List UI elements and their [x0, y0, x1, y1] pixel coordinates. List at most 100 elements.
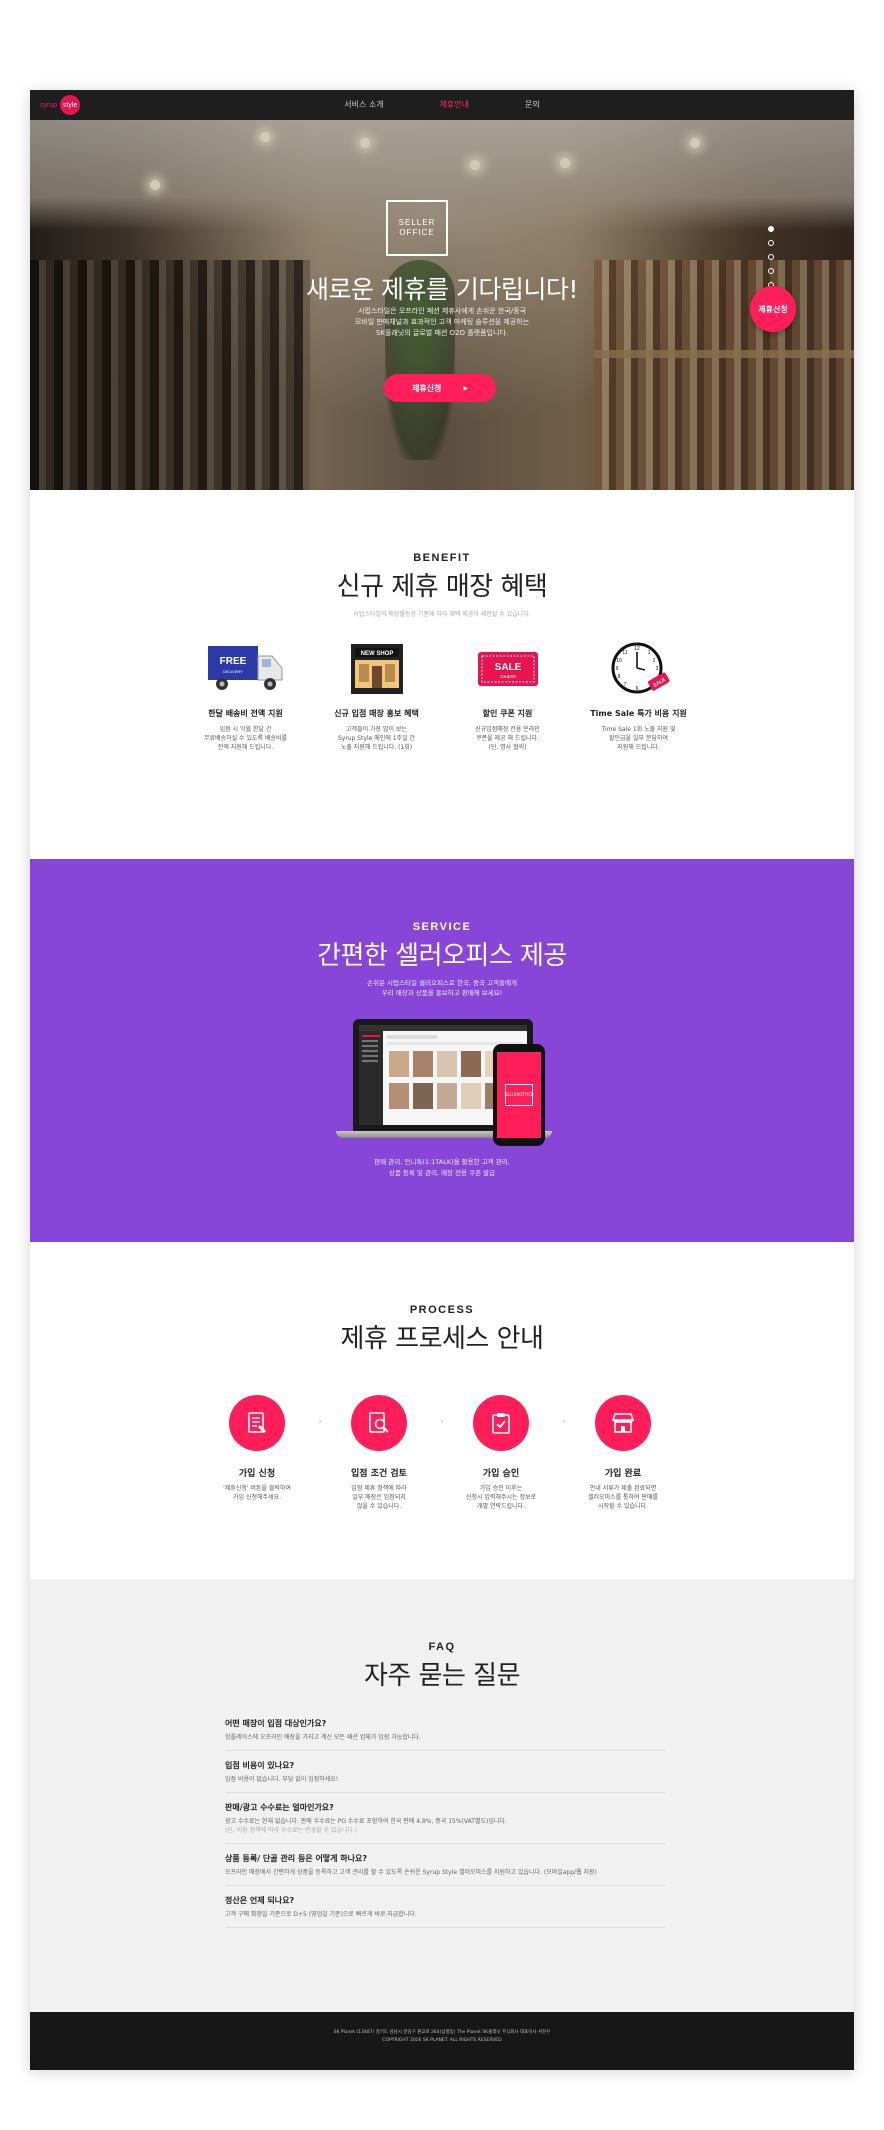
faq-item[interactable]: 판매/광고 수수료는 얼마인가요? 광고 수수료는 현재 없습니다. 판매 수수…	[225, 1793, 665, 1844]
faq-question: 입점 비용이 있나요?	[225, 1761, 295, 1770]
faq-item[interactable]: 입점 비용이 있나요? 입점 비용이 없습니다. 부담 없이 입점하세요!	[225, 1751, 665, 1793]
benefit-desc-line: 전액 지원해 드립니다.	[217, 744, 274, 751]
benefit-desc-line: 할인금을 일부 분담하여	[608, 735, 668, 742]
footer-company-info: SK Planet (13487) 경기도 성남시 분당구 판교로 264(삼평…	[333, 2030, 551, 2035]
slide-dot[interactable]	[768, 268, 774, 274]
process-desc-line: 않을 수 있습니다.	[356, 1503, 402, 1510]
faq-item[interactable]: 정산은 언제 되나요? 고객 구매 확정일 기준으로 D+5 (영업일 기준)으…	[225, 1886, 665, 1928]
process-desc: 안내 서류가 제출 완료되면 셀러오피스를 통하여 판매를 시작할 수 있습니다…	[562, 1484, 684, 1511]
delivery-truck-icon: FREE DELIVERY	[206, 640, 286, 696]
faq-question: 상품 등록/ 단골 관리 등은 어떻게 하나요?	[225, 1854, 368, 1863]
process-title: 가입 신청	[238, 1469, 276, 1479]
faq-answer: 고객 구매 확정일 기준으로 D+5 (영업일 기준)으로 빠르게 바로 지급합…	[225, 1911, 417, 1918]
phone-mockup: SELLER OFFICE	[493, 1044, 545, 1146]
faq-answer: 오프라인 매장에서 간편하게 상품을 등록하고 고객 관리를 할 수 있도록 손…	[225, 1869, 597, 1876]
service-feature-line: 판매 관리, 언니톡(1:1TALK)을 활용한 고객 관리,	[374, 1158, 510, 1166]
seller-logo-line1: SELLER	[398, 217, 436, 227]
slide-dot[interactable]	[768, 254, 774, 260]
process-desc-line: 시작할 수 있습니다.	[598, 1503, 648, 1510]
faq-note: (단, 이용 정책에 따라 수수료는 변경될 수 있습니다.)	[225, 1827, 358, 1834]
service-eyebrow: SERVICE	[412, 921, 472, 933]
benefit-desc: 입점 시 익월 한달 간 무료배송하실 수 있도록 배송비를 전액 지원해 드립…	[180, 725, 311, 752]
svg-text:9: 9	[615, 666, 618, 672]
apply-button-label: 제휴신청	[411, 383, 442, 393]
process-step: › 가입 승인 가입 승인 이후는 신청시 입력해주시는 정보로 개별 연락드립…	[440, 1395, 566, 1511]
svg-text:6: 6	[635, 686, 638, 692]
faq-item[interactable]: 어떤 매장이 입점 대상인가요? 핫플레이스에 오프라인 매장을 가지고 계신 …	[225, 1709, 665, 1751]
phone-seller-office-logo: SELLER OFFICE	[504, 1084, 534, 1106]
faq-question: 어떤 매장이 입점 대상인가요?	[225, 1719, 327, 1728]
benefit-note: 시럽스타일의 매장활동성 기준에 따라 혜택 제공이 제한될 수 있습니다.	[353, 611, 531, 618]
seller-logo-line2: OFFICE	[399, 228, 435, 237]
service-heading: 간편한 셀러오피스 제공	[317, 941, 567, 971]
main-nav: 서비스 소개 제휴안내 문의	[30, 90, 854, 120]
benefit-section: BENEFIT 신규 제휴 매장 혜택 시럽스타일의 매장활동성 기준에 따라 …	[30, 490, 854, 859]
process-title: 가입 완료	[604, 1469, 642, 1479]
floating-apply-button[interactable]: 제휴신청	[750, 286, 796, 332]
svg-text:11: 11	[622, 650, 627, 656]
service-feature-line: 상품 등록 및 관리, 매장 전용 쿠폰 발급	[388, 1169, 496, 1177]
coupon-icon: SALE coupon	[468, 640, 548, 696]
faq-question: 판매/광고 수수료는 얼마인가요?	[225, 1803, 334, 1812]
service-sub-line: 손쉬운 시럽스타일 셀러오피스로 한국, 중국 고객들에게	[367, 979, 517, 987]
search-doc-icon	[351, 1395, 407, 1451]
nav-item-inquiry[interactable]: 문의	[525, 90, 540, 120]
process-desc-line: 개별 연락드립니다.	[477, 1503, 525, 1510]
arrow-right-icon: ▶	[463, 384, 469, 392]
svg-text:12: 12	[634, 646, 640, 652]
apply-partnership-button[interactable]: 제휴신청 ▶	[384, 374, 496, 402]
faq-list: 어떤 매장이 입점 대상인가요? 핫플레이스에 오프라인 매장을 가지고 계신 …	[225, 1709, 665, 1928]
footer: SK Planet (13487) 경기도 성남시 분당구 판교로 264(삼평…	[30, 2012, 854, 2070]
nav-item-partnership[interactable]: 제휴안내	[440, 90, 469, 120]
process-title: 가입 승인	[482, 1469, 520, 1479]
process-step: › 가입 신청 '제휴신청' 버튼을 클릭하여 가입 신청해주세요.	[196, 1395, 322, 1511]
process-eyebrow: PROCESS	[409, 1304, 475, 1316]
slide-dot[interactable]	[768, 240, 774, 246]
svg-text:3: 3	[655, 666, 658, 672]
process-heading: 제휴 프로세스 안내	[340, 1324, 544, 1354]
process-desc-line: 일부 매장은 입점되지	[352, 1494, 406, 1501]
document-icon	[229, 1395, 285, 1451]
hero-desc-line: 모바일 판매채널과 효과적인 고객 마케팅 솔루션을 제공하는	[354, 318, 530, 326]
store-icon	[595, 1395, 651, 1451]
benefit-item: 12 1 2 3 11 10 9876 SALE Time Sale 특가 비용 지원	[573, 640, 704, 752]
svg-text:coupon: coupon	[499, 674, 516, 680]
process-desc-line: 입점 제휴 정책에 따라	[351, 1485, 407, 1492]
benefit-heading: 신규 제휴 매장 혜택	[336, 572, 548, 602]
seller-office-logo: SELLER OFFICE	[386, 200, 448, 256]
benefit-desc: 고객들이 가장 많이 보는 Syrup Style 메인에 1주일 간 노출 지…	[311, 725, 442, 752]
benefit-title: Time Sale 특가 비용 지원	[590, 709, 687, 718]
process-desc-line: 신청시 입력해주시는 정보로	[465, 1494, 537, 1501]
benefit-desc-line: (단, 명사 협의)	[488, 744, 527, 751]
faq-eyebrow: FAQ	[428, 1641, 456, 1653]
slide-dot[interactable]	[768, 226, 774, 232]
faq-item[interactable]: 상품 등록/ 단골 관리 등은 어떻게 하나요? 오프라인 매장에서 간편하게 …	[225, 1844, 665, 1886]
storefront-icon: NEW SHOP	[337, 640, 417, 696]
clock-icon: 12 1 2 3 11 10 9876 SALE	[599, 640, 679, 696]
faq-heading: 자주 묻는 질문	[363, 1661, 521, 1691]
benefit-item: NEW SHOP 신규 입점 매장 홍보 혜택 고객들이 가장 많이 보는 Sy…	[311, 640, 442, 752]
process-desc-line: 가입 신청해주세요.	[233, 1494, 281, 1501]
process-section: PROCESS 제휴 프로세스 안내 › 가입 신청 '제휴신청' 버튼을 클릭…	[30, 1242, 854, 1579]
hero-title: 새로운 제휴를 기다립니다!	[306, 275, 578, 304]
benefit-desc-line: 쿠폰을 제공 해 드립니다.	[476, 735, 539, 742]
hero-banner: SELLER OFFICE 새로운 제휴를 기다립니다! 시럽스타일은 오프라인…	[30, 120, 854, 490]
benefit-desc: Time Sale 1회 노출 지원 및 할인금을 일부 분담하여 지원해 드립…	[573, 725, 704, 752]
faq-answer: 핫플레이스에 오프라인 매장을 가지고 계신 모든 패션 업체가 입점 가능합니…	[225, 1734, 421, 1741]
slide-indicators	[768, 226, 774, 288]
service-sub-line: 우리 매장과 상품을 홍보하고 판매해 보세요!	[381, 989, 503, 997]
process-desc-line: 가입 승인 이후는	[479, 1485, 523, 1492]
top-navigation-bar: syrup style 서비스 소개 제휴안내 문의	[30, 90, 854, 120]
svg-text:7: 7	[623, 682, 626, 688]
benefit-desc-line: Syrup Style 메인에 1주일 간	[337, 735, 416, 742]
svg-text:2: 2	[652, 658, 655, 664]
svg-text:SALE: SALE	[494, 662, 521, 673]
service-subtitle: 손쉬운 시럽스타일 셀러오피스로 한국, 중국 고객들에게 우리 매장과 상품을…	[30, 978, 854, 998]
benefit-title: 한달 배송비 전액 지원	[208, 709, 283, 718]
clipboard-check-icon	[473, 1395, 529, 1451]
nav-item-service-intro[interactable]: 서비스 소개	[344, 90, 383, 120]
benefit-item: SALE coupon 할인 쿠폰 지원 신규입점매장 전용 온라인 쿠폰을 제…	[442, 640, 573, 752]
benefit-title: 할인 쿠폰 지원	[482, 709, 533, 718]
service-section: SERVICE 간편한 셀러오피스 제공 손쉬운 시럽스타일 셀러오피스로 한국…	[30, 859, 854, 1242]
page-frame: syrup style 서비스 소개 제휴안내 문의 SELLER OFFICE…	[30, 90, 854, 2070]
